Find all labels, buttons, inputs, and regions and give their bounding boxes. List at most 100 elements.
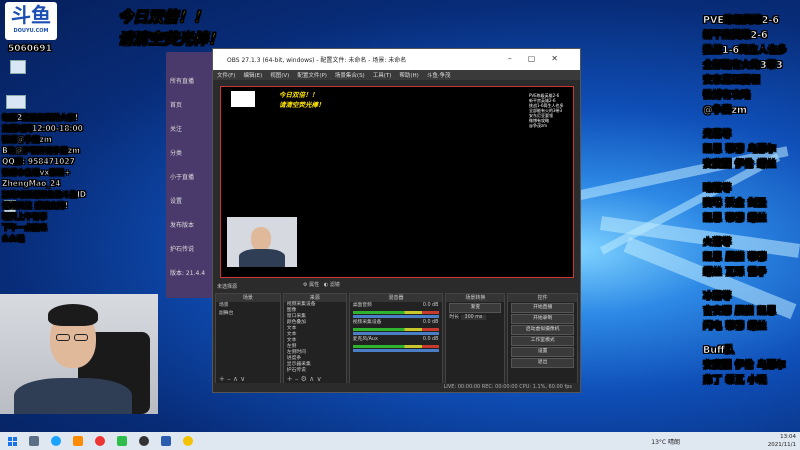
bg-window-row[interactable]: 首页 <box>170 100 182 109</box>
group-line: 凯恩 蒂穆 乌瑟尔 <box>703 144 777 156</box>
track-name: 视频采集设备 <box>352 320 382 325</box>
track-db: 0.0 dB <box>422 303 439 308</box>
volume-slider[interactable] <box>352 315 440 318</box>
background-app-window[interactable]: 所有直播首页关注分类小于直播设置发布版本护石传说版本: 21.4.4 <box>166 52 216 298</box>
control-button[interactable]: 退出 <box>511 358 574 368</box>
controls-dock[interactable]: 控件 开始直播 开始录制 启动虚拟摄像机 工作室模式 设置 退出 <box>507 293 578 385</box>
explorer-icon[interactable] <box>73 436 83 446</box>
obs-menu-item[interactable]: 斗鱼·争茂 <box>427 71 451 79</box>
scene-item[interactable]: 场景 <box>216 302 280 310</box>
track-name: 麦克风/Aux <box>352 337 378 342</box>
bg-window-row[interactable]: 所有直播 <box>170 76 194 85</box>
search-icon[interactable] <box>29 436 39 446</box>
source-add-remove[interactable]: + – ⚙ ∧ ∨ <box>287 375 322 383</box>
desktop: 斗鱼 DOUYU.COM 5060691 今日双倍！！ 请清空荧光棒！ 每日2星… <box>0 0 800 432</box>
volume-slider[interactable] <box>352 332 440 335</box>
properties-button[interactable]: 属性 <box>309 282 319 288</box>
control-button[interactable]: 设置 <box>511 347 574 357</box>
chrome-icon[interactable] <box>183 436 193 446</box>
obs-icon[interactable] <box>139 436 149 446</box>
douyu-icon[interactable] <box>95 436 105 446</box>
duration-input[interactable]: 300 ms <box>460 315 487 320</box>
scenes-dock[interactable]: 场景 场景 副舞台 + – ∧ ∨ <box>215 293 281 385</box>
group-title: Buff队 <box>703 345 735 357</box>
obs-docks: 场景 场景 副舞台 + – ∧ ∨ 来源 视频采集设备 图像 窗口采集 颜色叠加 文本 文本… <box>215 293 578 385</box>
transition-select[interactable]: 渐变 <box>449 303 502 313</box>
preview-canvas[interactable]: 今日双倍！！ 请清空荧光棒！ PVE练级英雄2-6 新平房英雄2-6 挑战1-6简生… <box>220 86 574 278</box>
sources-dock[interactable]: 来源 视频采集设备 图像 窗口采集 颜色叠加 文本 文本 文本 左侧 左侧时间 进度条 显示器采集护… <box>282 293 347 385</box>
mixer-track[interactable]: 视频采集设备 0.0 dB <box>350 319 443 327</box>
transitions-dock[interactable]: 场景转换 渐变 时长 300 ms <box>445 293 506 385</box>
volume-slider[interactable] <box>352 349 440 352</box>
bg-window-row[interactable]: 设置 <box>170 196 182 205</box>
filters-button[interactable]: 滤镜 <box>330 282 340 288</box>
mixer-dock[interactable]: 混音器 桌面音频 0.0 dB 视频采集设备 0.0 dB 麦克风/Aux 0.0 dB <box>348 293 444 385</box>
desktop-icon[interactable] <box>6 95 26 109</box>
scene-item[interactable]: 副舞台 <box>216 310 280 318</box>
group-line: 安度因 伊伦 乌瑟尔 <box>703 360 786 372</box>
clock[interactable]: 13:04 2021/11/1 <box>768 433 796 449</box>
obs-menu-item[interactable]: 配置文件(P) <box>297 71 327 79</box>
banner-line-2: 请清空荧光棒！ <box>118 30 224 49</box>
volume-meter <box>352 311 440 314</box>
source-item[interactable]: 护石传说 <box>284 368 346 374</box>
left-info-panel: 每日2星任务拜托大家! 直播时间12:00-18:00 微博@争茂zm B站@护石传说… <box>2 112 134 244</box>
no-source-label: 未选择源 <box>217 284 238 290</box>
obs-menu-item[interactable]: 工具(T) <box>373 71 392 79</box>
mixer-track[interactable]: 麦克风/Aux 0.0 dB <box>350 336 443 344</box>
control-button[interactable]: 开始直播 <box>511 303 574 313</box>
group-line: 赛琳 沃金 剑圣 <box>703 198 767 210</box>
group-gap <box>703 280 800 289</box>
group-gap <box>703 226 800 235</box>
obs-menu-item[interactable]: 视图(V) <box>270 71 289 79</box>
bg-window-row[interactable]: 护石传说 <box>170 244 194 253</box>
control-button[interactable]: 开始录制 <box>511 314 574 324</box>
room-id: 5060691 <box>8 44 52 55</box>
scene-add-remove[interactable]: + – ∧ ∨ <box>219 375 245 383</box>
wechat-icon[interactable] <box>117 436 127 446</box>
track-db: 0.0 dB <box>422 320 439 325</box>
obs-preview-area[interactable]: 今日双倍！！ 请清空荧光棒！ PVE练级英雄2-6 新平房英雄2-6 挑战1-6简生… <box>217 83 575 279</box>
group-line: 吉安娜 晨猫 凯恩 <box>703 306 777 318</box>
control-button[interactable]: 工作室模式 <box>511 336 574 346</box>
glasses-icon <box>56 334 70 341</box>
obs-window[interactable]: OBS 27.1.3 (64-bit, windows) - 配置文件: 未命名… <box>212 48 581 393</box>
bg-window-row[interactable]: 版本: 21.4.4 <box>170 268 205 277</box>
volume-meter <box>352 328 440 331</box>
group-line: 螺丝 瓦砾 雷矛 <box>703 267 767 279</box>
obs-menu-item[interactable]: 帮助(H) <box>399 71 418 79</box>
mixer-track[interactable]: 桌面音频 0.0 dB <box>350 302 443 310</box>
weather-widget[interactable]: 13°C 晴朗 <box>651 437 680 446</box>
left-info-line: 每日2星任务拜托大家! <box>2 113 79 123</box>
group-title: 暗落尊 <box>703 183 732 195</box>
left-info-line: 明天上午有事 <box>2 212 48 222</box>
desktop-icon[interactable] <box>10 60 26 74</box>
preview-right-line: @争茂zm <box>529 123 547 128</box>
control-button[interactable]: 启动虚拟摄像机 <box>511 325 574 335</box>
bg-window-row[interactable]: 关注 <box>170 124 182 133</box>
obs-menu-item[interactable]: 场景集合(S) <box>335 71 365 79</box>
obs-status-bar: LIVE: 00:00:00 REC: 00:00:00 CPU: 1.1%, … <box>213 383 580 391</box>
group-gap <box>703 334 800 343</box>
source-toolbar: ⚙ 属性 ◐ 滤镜 <box>303 282 340 288</box>
group-line: 凯恩 蒂穆 螺丝 <box>703 213 767 225</box>
webcam-overlay <box>0 294 158 414</box>
left-info-line: 加的时候记得备注斗鱼ID <box>2 190 87 200</box>
app-icon[interactable] <box>161 436 171 446</box>
douyu-logo: 斗鱼 DOUYU.COM <box>5 2 57 40</box>
bg-window-row[interactable]: 发布版本 <box>170 220 194 229</box>
start-icon[interactable] <box>8 436 17 446</box>
preview-webcam <box>227 217 297 267</box>
right-info-line: PVE练级英雄2-6 <box>703 15 780 27</box>
bg-window-row[interactable]: 分类 <box>170 148 182 157</box>
group-gap <box>703 172 800 181</box>
obs-menu-bar[interactable]: 文件(F) 编辑(E) 视图(V) 配置文件(P) 场景集合(S) 工具(T) 帮助(H) 斗… <box>213 70 580 80</box>
obs-title-bar[interactable]: OBS 27.1.3 (64-bit, windows) - 配置文件: 未命名… <box>213 49 580 70</box>
bg-window-row[interactable]: 小于直播 <box>170 172 194 181</box>
edge-icon[interactable] <box>51 436 61 446</box>
group-title: 冰落尊 <box>703 291 732 303</box>
group-title: 光落尊 <box>703 129 732 141</box>
obs-menu-item[interactable]: 编辑(E) <box>243 71 262 79</box>
obs-menu-item[interactable]: 文件(F) <box>217 71 235 79</box>
window-controls[interactable]: –▢✕ <box>508 54 574 63</box>
